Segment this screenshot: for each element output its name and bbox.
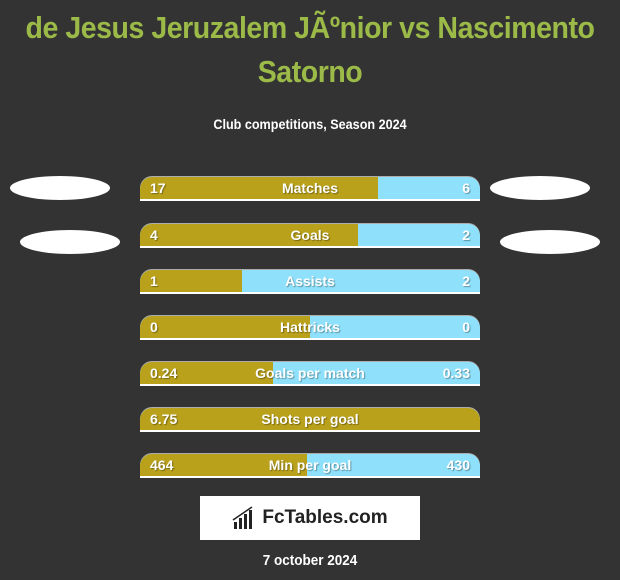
- stat-label: Min per goal: [268, 457, 352, 473]
- date: 7 october 2024: [262, 552, 358, 569]
- stat-bar-min-per-goal: 464 Min per goal 430: [140, 454, 480, 478]
- right-value: 0: [462, 319, 470, 335]
- right-value: 0.33: [442, 365, 470, 381]
- left-player-badge-1: [10, 176, 110, 200]
- stat-label: Goals per match: [255, 365, 365, 381]
- title-line-2: Satorno: [257, 54, 363, 89]
- right-value: 2: [462, 227, 470, 243]
- stat-bar-assists: 1 Assists 2: [140, 270, 480, 294]
- right-value: 6: [462, 180, 470, 196]
- left-player-badge-2: [20, 230, 120, 254]
- stat-bar-shots-per-goal: 6.75 Shots per goal: [140, 408, 480, 432]
- title-line-1: de Jesus Jeruzalem JÃºnior vs Nascimento: [25, 10, 595, 45]
- stat-label: Shots per goal: [261, 411, 359, 427]
- stat-bar-goals-per-match: 0.24 Goals per match 0.33: [140, 362, 480, 386]
- bar-chart-icon: [232, 506, 253, 529]
- logo-text: FcTables.com: [262, 507, 388, 528]
- stat-bar-goals: 4 Goals 2: [140, 224, 480, 248]
- right-player-badge-1: [490, 176, 590, 200]
- stat-bar-matches: 17 Matches 6: [140, 177, 480, 201]
- stat-label: Goals: [290, 227, 330, 243]
- stat-label: Assists: [285, 273, 335, 289]
- subtitle: Club competitions, Season 2024: [213, 116, 407, 132]
- right-player-badge-2: [500, 230, 600, 254]
- fctables-logo[interactable]: FcTables.com: [200, 496, 420, 540]
- stat-bar-hattricks: 0 Hattricks 0: [140, 316, 480, 340]
- stat-label: Matches: [281, 180, 339, 196]
- right-value: 2: [462, 273, 470, 289]
- right-value: 430: [446, 457, 470, 473]
- page-title: de Jesus Jeruzalem JÃºnior vs Nascimento…: [25, 6, 595, 94]
- stat-label: Hattricks: [280, 319, 340, 335]
